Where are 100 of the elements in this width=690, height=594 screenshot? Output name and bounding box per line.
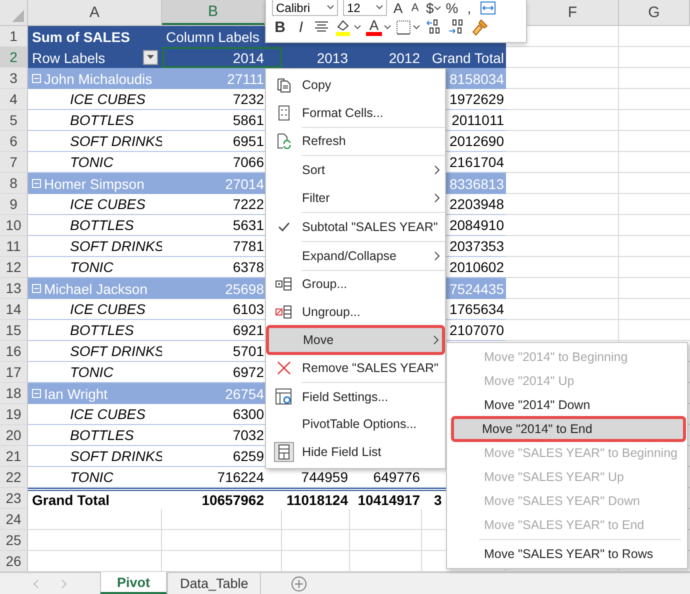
currency-button[interactable]: $ xyxy=(426,0,441,16)
table-cell: 3 xyxy=(434,492,442,508)
table-cell: 26754 xyxy=(225,386,264,402)
table-cell: 6921 xyxy=(232,322,264,338)
row-header[interactable]: 9 xyxy=(0,194,28,215)
group-label: John Michaloudis xyxy=(44,70,152,86)
row-label: SOFT DRINKS xyxy=(70,343,164,359)
selected-cell[interactable]: 2014 xyxy=(162,47,282,68)
menu-item[interactable]: Subtotal "SALES YEAR" xyxy=(266,212,445,241)
table-cell: 8158034 xyxy=(449,70,504,86)
row-header[interactable]: 23 xyxy=(0,488,28,509)
table-cell: 716224 xyxy=(217,469,264,485)
font-size-field[interactable]: 12 xyxy=(343,0,387,16)
menu-item[interactable]: Move "SALES YEAR" to Rows xyxy=(447,542,687,566)
table-cell: 1765634 xyxy=(449,301,504,317)
table-cell: 6259 xyxy=(232,448,264,464)
menu-item[interactable]: Remove "SALES YEAR" xyxy=(266,354,445,382)
table-cell: 6300 xyxy=(232,406,264,422)
table-cell: 7222 xyxy=(232,196,264,212)
row-labels-header: Row Labels xyxy=(32,50,106,66)
row-header[interactable]: 18 xyxy=(0,383,28,404)
bold-button[interactable]: B xyxy=(272,16,288,38)
group-label: Homer Simpson xyxy=(44,176,144,192)
row-label: SOFT DRINKS xyxy=(70,238,164,254)
row-label: ICE CUBES xyxy=(70,91,146,107)
menu-item[interactable]: Expand/Collapse xyxy=(266,242,445,270)
row-header[interactable]: 25 xyxy=(0,530,28,551)
row-header[interactable]: 13 xyxy=(0,278,28,299)
row-header[interactable]: 3 xyxy=(0,68,28,89)
menu-item[interactable]: PivotTable Options... xyxy=(266,410,445,438)
menu-item[interactable]: Field Settings... xyxy=(266,382,445,411)
italic-button[interactable]: I xyxy=(293,16,309,38)
increase-font-button[interactable]: A xyxy=(392,0,404,16)
percent-button[interactable]: % xyxy=(446,0,458,16)
row-header[interactable]: 2 xyxy=(0,47,28,68)
row-header[interactable]: 6 xyxy=(0,131,28,152)
row-label: ICE CUBES xyxy=(70,406,146,422)
total-label: Grand Total xyxy=(32,492,110,508)
comma-button[interactable]: , xyxy=(463,0,476,16)
table-cell: 1972629 xyxy=(449,91,504,107)
menu-item[interactable]: Ungroup... xyxy=(266,298,445,326)
row-header[interactable]: 8 xyxy=(0,173,28,194)
menu-item[interactable]: Copy xyxy=(266,71,445,99)
menu-item[interactable]: Refresh xyxy=(266,128,445,156)
row-label: BOTTLES xyxy=(70,427,134,443)
decrease-font-button[interactable]: A xyxy=(409,0,421,16)
row-header[interactable]: 12 xyxy=(0,257,28,278)
table-cell: 7066 xyxy=(232,154,264,170)
font-name-field[interactable]: Calibri xyxy=(272,0,338,16)
row-header[interactable]: 1 xyxy=(0,26,28,47)
table-cell: 10657962 xyxy=(202,492,264,508)
row-header[interactable]: 16 xyxy=(0,341,28,362)
table-cell: 11018124 xyxy=(286,492,348,508)
row-header[interactable]: 4 xyxy=(0,89,28,110)
column-labels-header: Column Labels xyxy=(166,28,260,44)
row-header[interactable]: 24 xyxy=(0,509,28,530)
row-header[interactable]: 22 xyxy=(0,467,28,488)
menu-item[interactable]: Format Cells... xyxy=(266,98,445,127)
row-header[interactable]: 15 xyxy=(0,320,28,341)
row-header[interactable]: 26 xyxy=(0,551,28,572)
row-header[interactable]: 10 xyxy=(0,215,28,236)
table-cell: 2107070 xyxy=(449,322,504,338)
row-label: TONIC xyxy=(70,154,114,170)
row-label: TONIC xyxy=(70,364,114,380)
table-cell: 6103 xyxy=(232,301,264,317)
row-header[interactable]: 19 xyxy=(0,404,28,425)
row-label: BOTTLES xyxy=(70,112,134,128)
font-color-button[interactable]: A xyxy=(366,16,391,38)
menu-item[interactable]: Move "2014" Down xyxy=(447,393,687,417)
table-cell: 5631 xyxy=(232,217,264,233)
table-cell: 2037353 xyxy=(449,238,504,254)
menu-item[interactable]: Move "2014" to End xyxy=(452,417,685,441)
row-header[interactable]: 11 xyxy=(0,236,28,257)
table-cell: 2010602 xyxy=(449,259,504,275)
pivot-title: Sum of SALES xyxy=(32,28,130,44)
row-label: TONIC xyxy=(70,469,114,485)
row-header[interactable]: 14 xyxy=(0,299,28,320)
table-cell: 10414917 xyxy=(358,492,420,508)
table-cell: Grand Total xyxy=(432,50,504,66)
menu-item[interactable]: Group... xyxy=(266,270,445,298)
menu-item[interactable]: Sort xyxy=(266,156,445,184)
menu-item[interactable]: Filter xyxy=(266,184,445,212)
table-cell: 744959 xyxy=(301,469,348,485)
table-cell: 6951 xyxy=(232,133,264,149)
row-header[interactable]: 21 xyxy=(0,446,28,467)
table-cell: 2203948 xyxy=(449,196,504,212)
table-cell: 27111 xyxy=(227,70,264,86)
row-header[interactable]: 17 xyxy=(0,362,28,383)
row-header[interactable]: 5 xyxy=(0,110,28,131)
sheet-tab[interactable]: Pivot xyxy=(100,572,168,594)
sheet-tab[interactable]: Data_Table xyxy=(167,573,262,594)
row-header[interactable]: 7 xyxy=(0,152,28,173)
table-cell: 649776 xyxy=(373,469,420,485)
menu-item[interactable]: Move xyxy=(267,326,444,354)
table-cell: 2084910 xyxy=(449,217,504,233)
table-cell: 25698 xyxy=(225,280,264,296)
row-header[interactable]: 20 xyxy=(0,425,28,446)
menu-item[interactable]: Hide Field List xyxy=(266,438,445,466)
row-label: ICE CUBES xyxy=(70,301,146,317)
column-header[interactable]: B xyxy=(162,0,265,25)
